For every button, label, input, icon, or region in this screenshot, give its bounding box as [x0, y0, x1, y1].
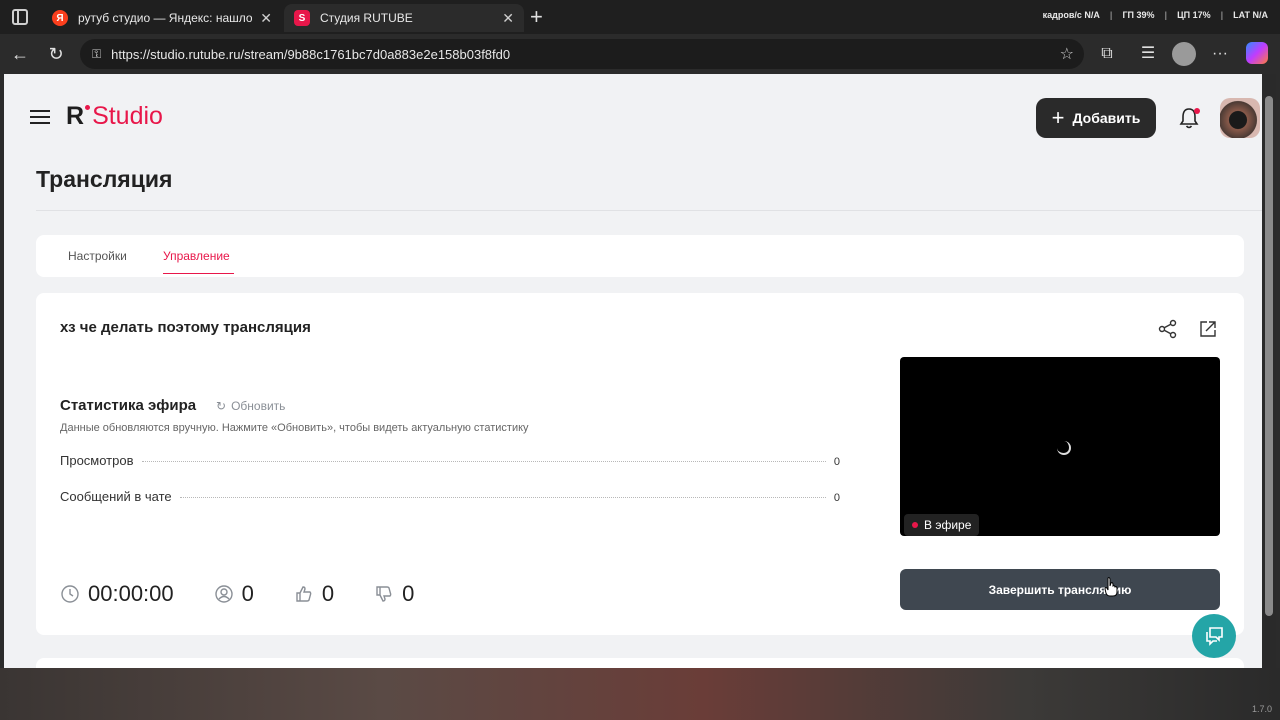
performance-overlay: кадров/с N/A | ГП 39% | ЦП 17% | LAT N/A [1042, 10, 1268, 20]
stat-value: 0 [833, 492, 840, 504]
live-label: В эфире [924, 518, 972, 532]
browser-tab-rutube-studio[interactable]: S Студия RUTUBE ✕ [284, 4, 524, 32]
share-icon[interactable] [1158, 319, 1178, 339]
close-icon[interactable]: ✕ [260, 10, 272, 27]
metric-viewers: 0 [214, 581, 254, 607]
stat-row-views: Просмотров 0 [60, 453, 840, 468]
support-chat-button[interactable] [1192, 614, 1236, 658]
favorite-star-icon[interactable]: ☆ [1060, 44, 1074, 64]
favorites-icon[interactable]: ☰ [1136, 42, 1160, 66]
live-badge: В эфире [904, 514, 980, 536]
tab-management[interactable]: Управление [163, 249, 230, 263]
stream-name: хз че делать поэтому трансляция [60, 319, 311, 336]
url-text: https://studio.rutube.ru/stream/9b88c176… [111, 46, 511, 62]
metric-duration: 00:00:00 [60, 581, 174, 607]
viewers-value: 0 [241, 581, 254, 606]
avatar[interactable] [1220, 98, 1260, 138]
refresh-label: Обновить [231, 399, 286, 413]
cpu-readout: ЦП 17% [1177, 10, 1211, 20]
stats-title: Статистика эфира [60, 397, 197, 414]
copilot-icon[interactable] [1246, 42, 1268, 64]
external-link-icon[interactable] [1198, 319, 1218, 339]
latency-readout: LAT N/A [1233, 10, 1268, 20]
stat-label: Просмотров [60, 453, 134, 468]
reload-icon[interactable]: ↻ [44, 42, 68, 66]
hand-cursor-icon [1104, 577, 1118, 597]
stat-value: 0 [833, 456, 840, 468]
tab-actions-icon[interactable] [12, 9, 28, 25]
logo-dot [85, 105, 91, 110]
tab-settings[interactable]: Настройки [68, 249, 127, 263]
scrollbar-thumb[interactable] [1265, 96, 1273, 616]
refresh-button[interactable]: ↻ Обновить [216, 399, 285, 413]
browser-tab-yandex[interactable]: Я рутуб студио — Яндекс: нашлос ✕ [42, 4, 282, 32]
version-label: 1.7.0 [1251, 704, 1272, 714]
url-field[interactable]: ⚿ https://studio.rutube.ru/stream/9b88c1… [80, 39, 1084, 69]
browser-tab-bar: Я рутуб студио — Яндекс: нашлос ✕ S Студ… [0, 0, 1280, 34]
gpu-readout: ГП 39% [1122, 10, 1155, 20]
duration-value: 00:00:00 [88, 581, 174, 606]
plus-icon: + [1051, 105, 1065, 130]
page-scrollbar[interactable] [1262, 74, 1276, 668]
stat-row-chat-messages: Сообщений в чате 0 [60, 489, 840, 504]
metric-likes: 0 [294, 581, 334, 607]
page-title: Трансляция [36, 166, 173, 192]
new-tab-icon[interactable]: + [530, 4, 543, 30]
close-icon[interactable]: ✕ [502, 10, 514, 27]
dislikes-value: 0 [402, 581, 415, 606]
browser-address-bar: ← ↻ ⚿ https://studio.rutube.ru/stream/9b… [0, 34, 1280, 74]
thumbs-up-icon [296, 586, 312, 602]
user-icon [214, 585, 233, 603]
more-menu-icon[interactable]: ··· [1208, 42, 1232, 66]
dotted-leader [141, 461, 826, 462]
likes-value: 0 [321, 581, 335, 606]
menu-icon[interactable] [30, 110, 50, 124]
notification-badge [1194, 108, 1200, 114]
browser-profile-icon[interactable] [1172, 42, 1196, 66]
live-dot-icon [912, 522, 918, 528]
thumbs-down-icon [376, 586, 392, 602]
site-info-icon[interactable]: ⚿ [92, 47, 101, 62]
stats-note: Данные обновляются вручную. Нажмите «Обн… [60, 422, 529, 434]
rstudio-logo[interactable]: R Studio [66, 102, 163, 131]
tab-title: рутуб студио — Яндекс: нашлос [78, 11, 253, 25]
page-tabs: Настройки Управление [36, 235, 1244, 277]
yandex-favicon-icon: Я [52, 10, 68, 26]
rutube-favicon-icon: S [294, 10, 310, 26]
studio-page: R Studio + Добавить Трансляция Настройки… [4, 74, 1262, 668]
stat-label: Сообщений в чате [60, 489, 172, 504]
end-stream-button[interactable]: Завершить трансляцию [900, 569, 1220, 610]
loading-spinner-icon [1057, 441, 1071, 455]
next-card [36, 658, 1244, 668]
chat-icon [1206, 627, 1223, 646]
add-button[interactable]: + Добавить [1036, 98, 1156, 138]
extensions-icon[interactable]: ⧉ [1095, 42, 1119, 66]
logo-studio: Studio [92, 102, 163, 130]
dotted-leader [179, 497, 826, 498]
logo-r: R [66, 102, 85, 130]
fps-readout: кадров/с N/A [1042, 10, 1100, 20]
stream-metrics: 00:00:00 0 0 0 [60, 581, 454, 607]
clock-icon [61, 585, 79, 603]
divider [36, 210, 1262, 211]
refresh-icon: ↻ [216, 399, 227, 413]
tab-title: Студия RUTUBE [320, 11, 413, 25]
active-tab-indicator [163, 273, 234, 274]
metric-dislikes: 0 [374, 581, 414, 607]
video-player[interactable]: В эфире [900, 357, 1220, 536]
back-icon[interactable]: ← [8, 42, 32, 66]
add-button-label: Добавить [1072, 110, 1141, 126]
stream-card: хз че делать поэтому трансляция Статисти… [36, 293, 1244, 635]
desktop-background: 1.7.0 [0, 668, 1280, 720]
